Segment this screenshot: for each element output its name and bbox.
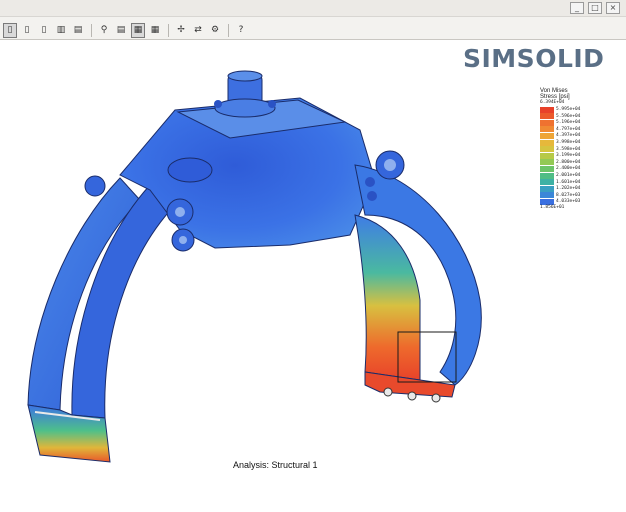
legend-row: 2.001e+04 <box>540 172 600 179</box>
window-controls: _ □ × <box>570 2 620 14</box>
legend-value: 8.027e+03 <box>556 192 581 198</box>
legend-value: 3.998e+04 <box>556 140 581 146</box>
legend-row: 3.199e+04 <box>540 152 600 159</box>
view-part-icon[interactable]: ▯ <box>37 23 51 38</box>
legend-swatch <box>540 179 554 186</box>
swap-icon[interactable]: ⇄ <box>191 23 205 38</box>
maximize-button[interactable]: □ <box>588 2 602 14</box>
legend-value: 3.199e+04 <box>556 153 581 159</box>
legend-row: 2.800e+04 <box>540 159 600 166</box>
right-arm-stress <box>354 214 421 381</box>
pick-icon[interactable]: ⚲ <box>97 23 111 38</box>
toolbar: ▯ ▯ ▯ ▥ ▤ ⚲ ▤ ▦ ▦ ✢ ⇄ ⚙ ? <box>0 21 626 40</box>
toolbar-separator <box>168 23 169 37</box>
legend-rows: 5.995e+04 5.596e+04 5.196e+04 4.797e+04 4.39… <box>540 106 600 205</box>
minimize-button[interactable]: _ <box>570 2 584 14</box>
app-window: _ □ × ▯ ▯ ▯ ▥ ▤ ⚲ ▤ ▦ ▦ ✢ ⇄ ⚙ ? SIMSOLID… <box>0 0 626 512</box>
view-grid-icon[interactable]: ▥ <box>54 23 68 38</box>
legend-value: 4.797e+04 <box>556 126 581 132</box>
legend-row: 5.995e+04 <box>540 106 600 113</box>
section-icon[interactable]: ▤ <box>114 23 128 38</box>
legend-row: 5.196e+04 <box>540 119 600 126</box>
legend-row: 1.202e+04 <box>540 185 600 192</box>
legend-value: 4.033e+03 <box>556 199 581 205</box>
close-button[interactable]: × <box>606 2 620 14</box>
mesh-icon[interactable]: ▦ <box>148 23 162 38</box>
settings-icon[interactable]: ⚙ <box>208 23 222 38</box>
title-bar: _ □ × <box>0 0 626 17</box>
side-pin <box>84 175 106 197</box>
connections-icon[interactable]: ✢ <box>174 23 188 38</box>
legend-swatch <box>540 172 554 179</box>
legend-swatch <box>540 113 554 120</box>
legend-swatch <box>540 165 554 172</box>
legend-min: 1.856E+01 <box>540 204 565 210</box>
stress-legend: Von Mises Stress [psi] 6.394E+04 5.995e+… <box>540 88 600 211</box>
help-icon[interactable]: ? <box>234 23 248 38</box>
legend-max: 6.394E+04 <box>540 100 565 105</box>
legend-row: 4.797e+04 <box>540 126 600 133</box>
legend-swatch <box>540 152 554 159</box>
legend-value: 1.202e+04 <box>556 186 581 192</box>
legend-value: 5.196e+04 <box>556 120 581 126</box>
legend-row: 4.397e+04 <box>540 132 600 139</box>
simsolid-logo: SIMSOLID <box>463 44 605 73</box>
legend-swatch <box>540 126 554 133</box>
legend-row: 3.598e+04 <box>540 146 600 153</box>
left-cylinder <box>167 157 213 183</box>
legend-swatch <box>540 159 554 166</box>
legend-row: 8.027e+03 <box>540 192 600 199</box>
contour-icon[interactable]: ▦ <box>131 22 145 38</box>
legend-value: 2.800e+04 <box>556 159 581 165</box>
view-list-icon[interactable]: ▤ <box>71 23 85 38</box>
legend-row: 3.998e+04 <box>540 139 600 146</box>
legend-swatch <box>540 146 554 153</box>
legend-row: 2.400e+04 <box>540 165 600 172</box>
toolbar-separator <box>91 23 92 37</box>
legend-row: 5.596e+04 <box>540 113 600 120</box>
legend-swatch <box>540 132 554 139</box>
view-split-icon[interactable]: ▯ <box>20 23 34 38</box>
legend-swatch <box>540 119 554 126</box>
legend-swatch <box>540 185 554 192</box>
legend-value: 2.001e+04 <box>556 173 581 179</box>
legend-value: 1.601e+04 <box>556 179 581 185</box>
legend-swatch <box>540 139 554 146</box>
legend-value: 5.995e+04 <box>556 107 581 113</box>
legend-value: 5.596e+04 <box>556 113 581 119</box>
toolbar-separator <box>228 23 229 37</box>
legend-value: 2.400e+04 <box>556 166 581 172</box>
view-single-icon[interactable]: ▯ <box>3 22 17 38</box>
legend-value: 3.598e+04 <box>556 146 581 152</box>
legend-row: 1.601e+04 <box>540 179 600 186</box>
legend-value: 4.397e+04 <box>556 133 581 139</box>
legend-swatch <box>540 106 554 113</box>
analysis-label: Analysis: Structural 1 <box>233 460 318 470</box>
legend-swatch <box>540 192 554 199</box>
grapple-model[interactable] <box>0 40 626 512</box>
